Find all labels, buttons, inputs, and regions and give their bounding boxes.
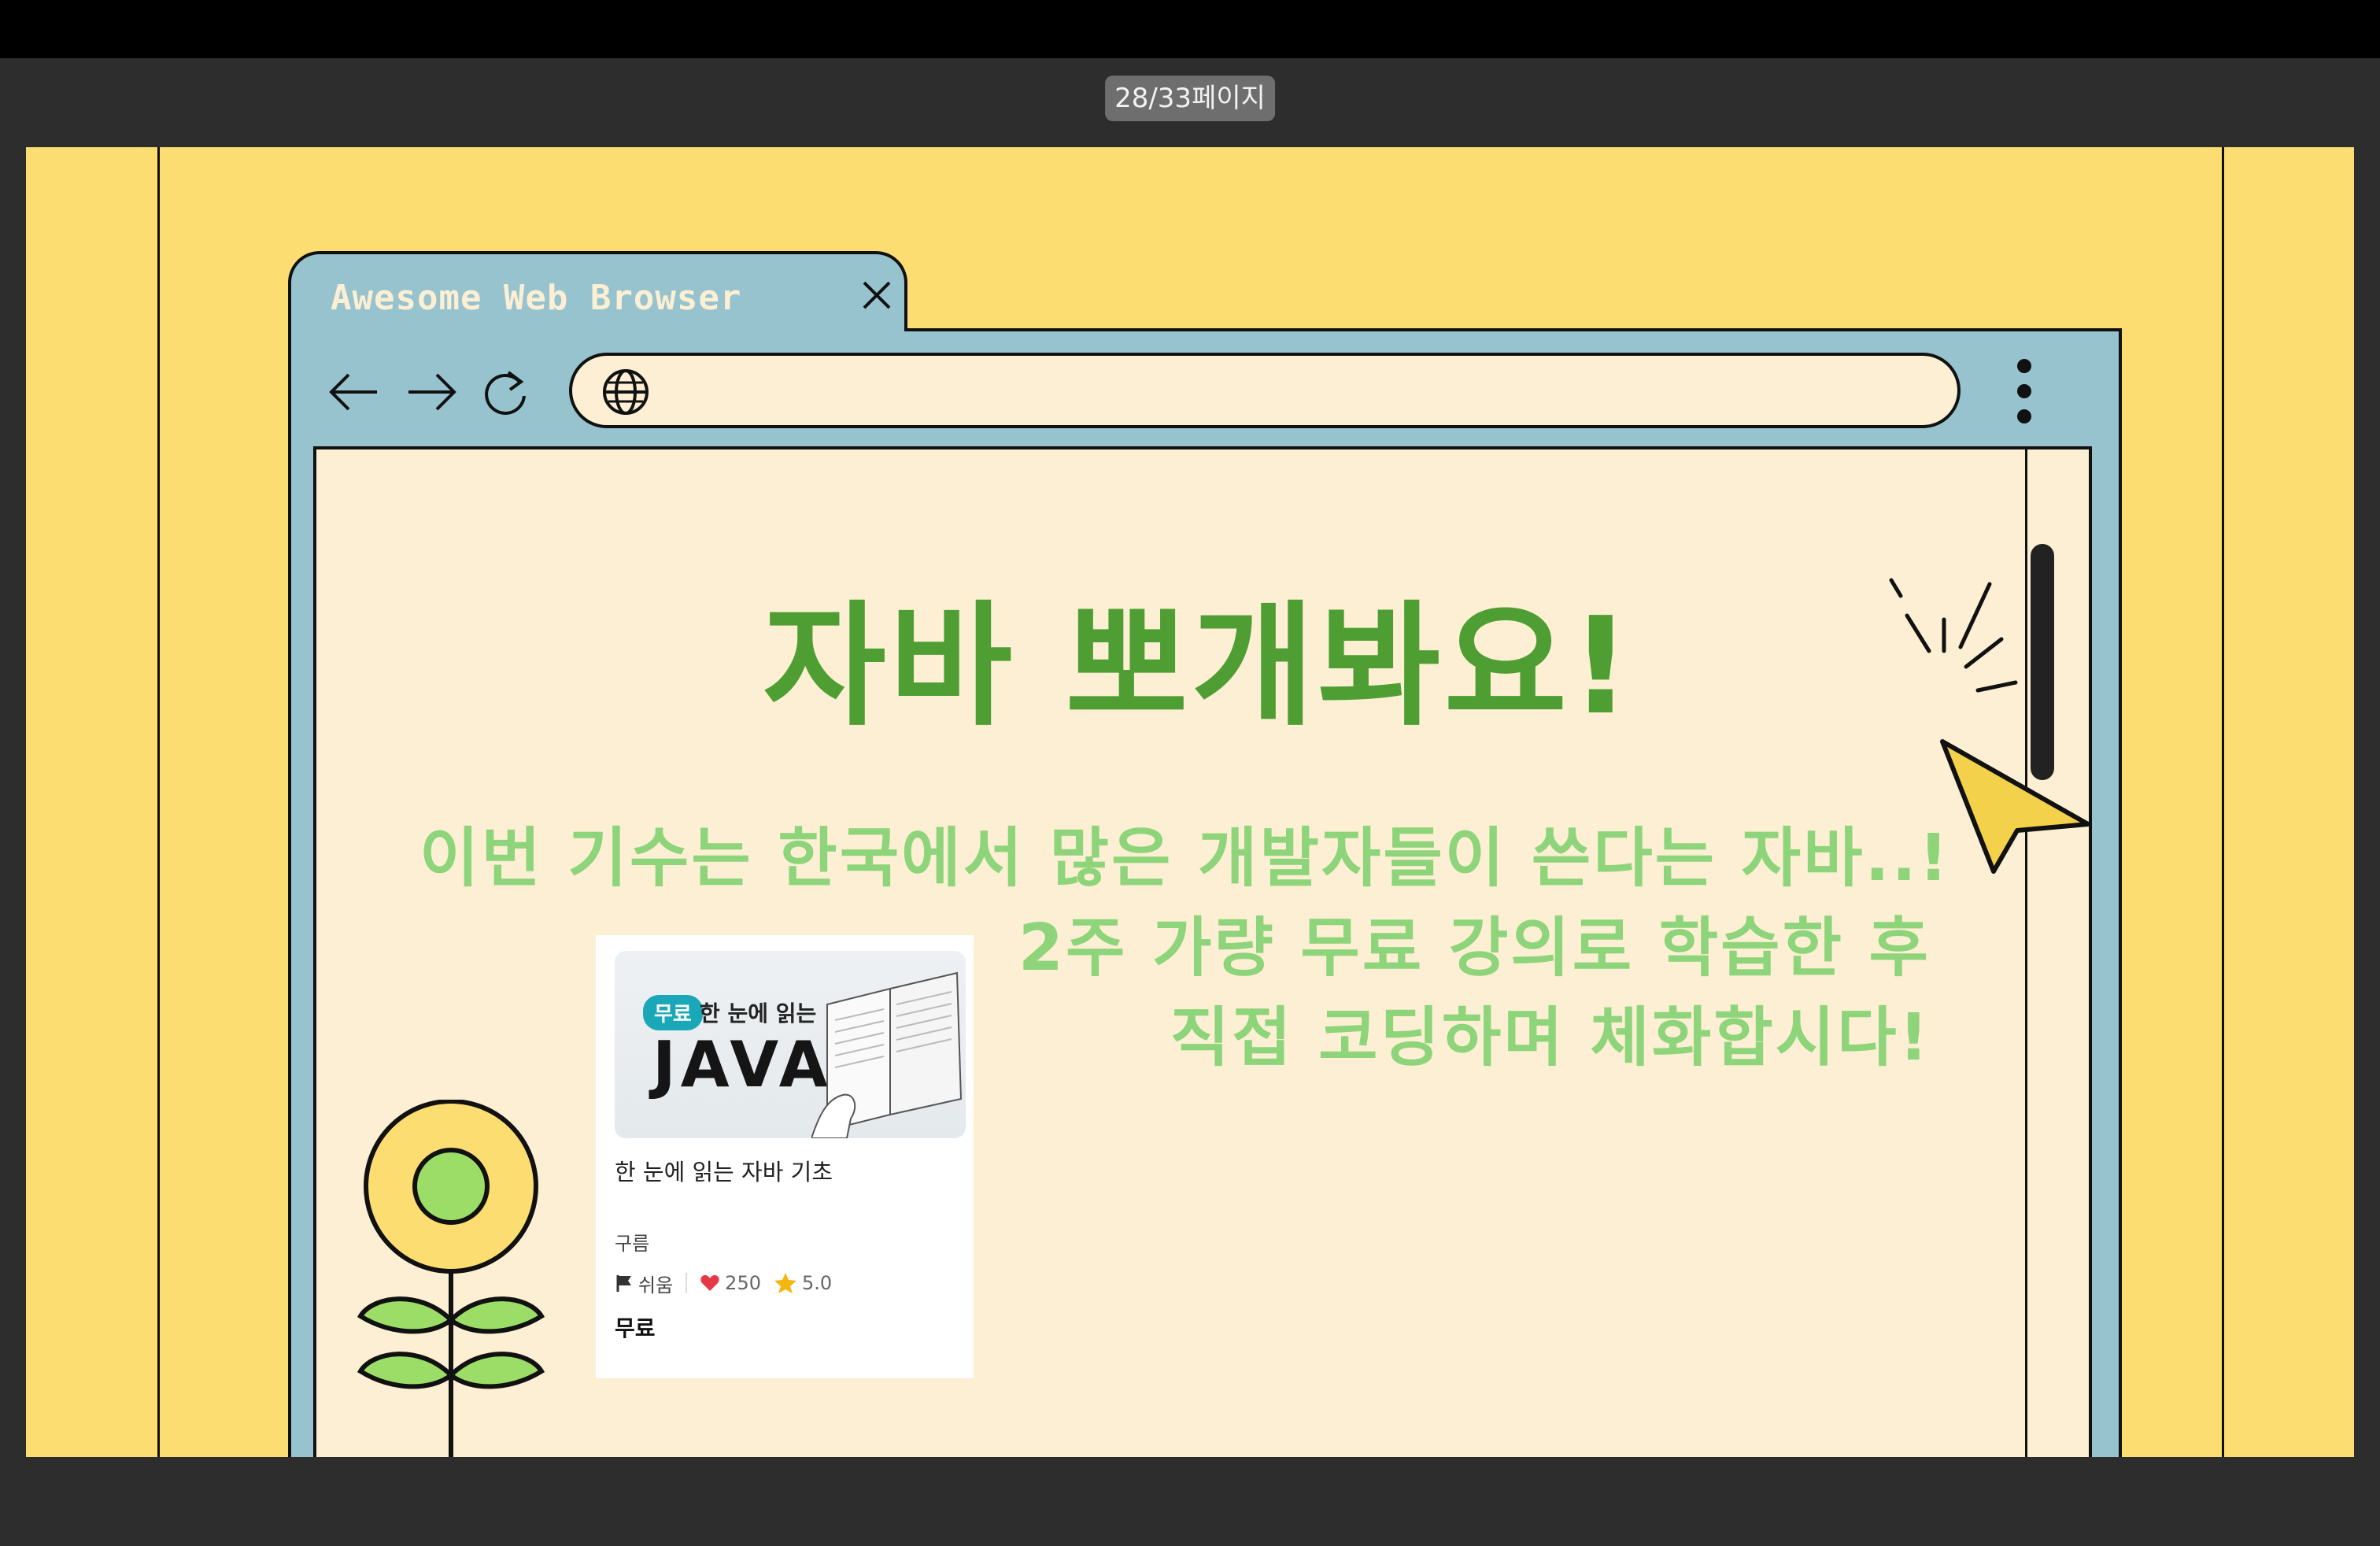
course-provider: 구름 xyxy=(615,1233,650,1255)
tab-title: Awesome Web Browser xyxy=(331,278,742,318)
stats-divider xyxy=(686,1273,688,1293)
free-badge: 무료 xyxy=(643,995,703,1030)
flag-icon xyxy=(616,1275,631,1292)
more-vert-icon[interactable] xyxy=(2012,353,2036,429)
likes-count: 250 xyxy=(725,1272,761,1294)
back-arrow-icon[interactable] xyxy=(327,364,382,420)
reload-icon[interactable] xyxy=(479,364,534,420)
course-thumbnail: 무료 한 눈에 읽는 JAVA xyxy=(615,951,966,1138)
forward-arrow-icon[interactable] xyxy=(404,364,459,420)
star-icon xyxy=(774,1273,796,1293)
slide-border-right xyxy=(2222,147,2224,1457)
subtext-line: 이번 기수는 한국에서 많은 개발자들이 쓴다는 자바..! xyxy=(419,821,1951,896)
thumbnail-title: JAVA xyxy=(652,1028,833,1101)
top-bar xyxy=(0,0,2380,58)
thumbnail-subtitle: 한 눈에 읽는 xyxy=(700,1000,817,1026)
tab-join xyxy=(291,325,904,331)
cursor-pointer-illustration xyxy=(1889,578,2090,874)
book-illustration xyxy=(811,971,963,1138)
slide-border-left xyxy=(157,147,160,1457)
course-stats: 쉬움 250 5.0 xyxy=(615,1270,832,1296)
heart-icon xyxy=(700,1274,719,1291)
course-price: 무료 xyxy=(615,1315,656,1341)
slide-headline: 자바 뽀개봐요! xyxy=(763,589,1635,745)
course-title[interactable]: 한 눈에 읽는 자바 기초 xyxy=(615,1154,833,1187)
close-icon[interactable] xyxy=(859,278,894,313)
course-card[interactable]: 무료 한 눈에 읽는 JAVA 한 눈에 읽는 자바 기초 구름 쉬움 250 … xyxy=(596,935,974,1378)
page-indicator: 28/33페이지 xyxy=(1105,76,1275,121)
flower-illustration xyxy=(357,1100,545,1457)
slide: Awesome Web Browser 자바 뽀개봐요! 이번 기수는 한국에서… xyxy=(26,147,2354,1457)
globe-icon xyxy=(603,369,649,415)
rating-value: 5.0 xyxy=(801,1272,833,1294)
address-bar[interactable] xyxy=(569,353,1961,428)
difficulty-label: 쉬움 xyxy=(638,1274,674,1296)
